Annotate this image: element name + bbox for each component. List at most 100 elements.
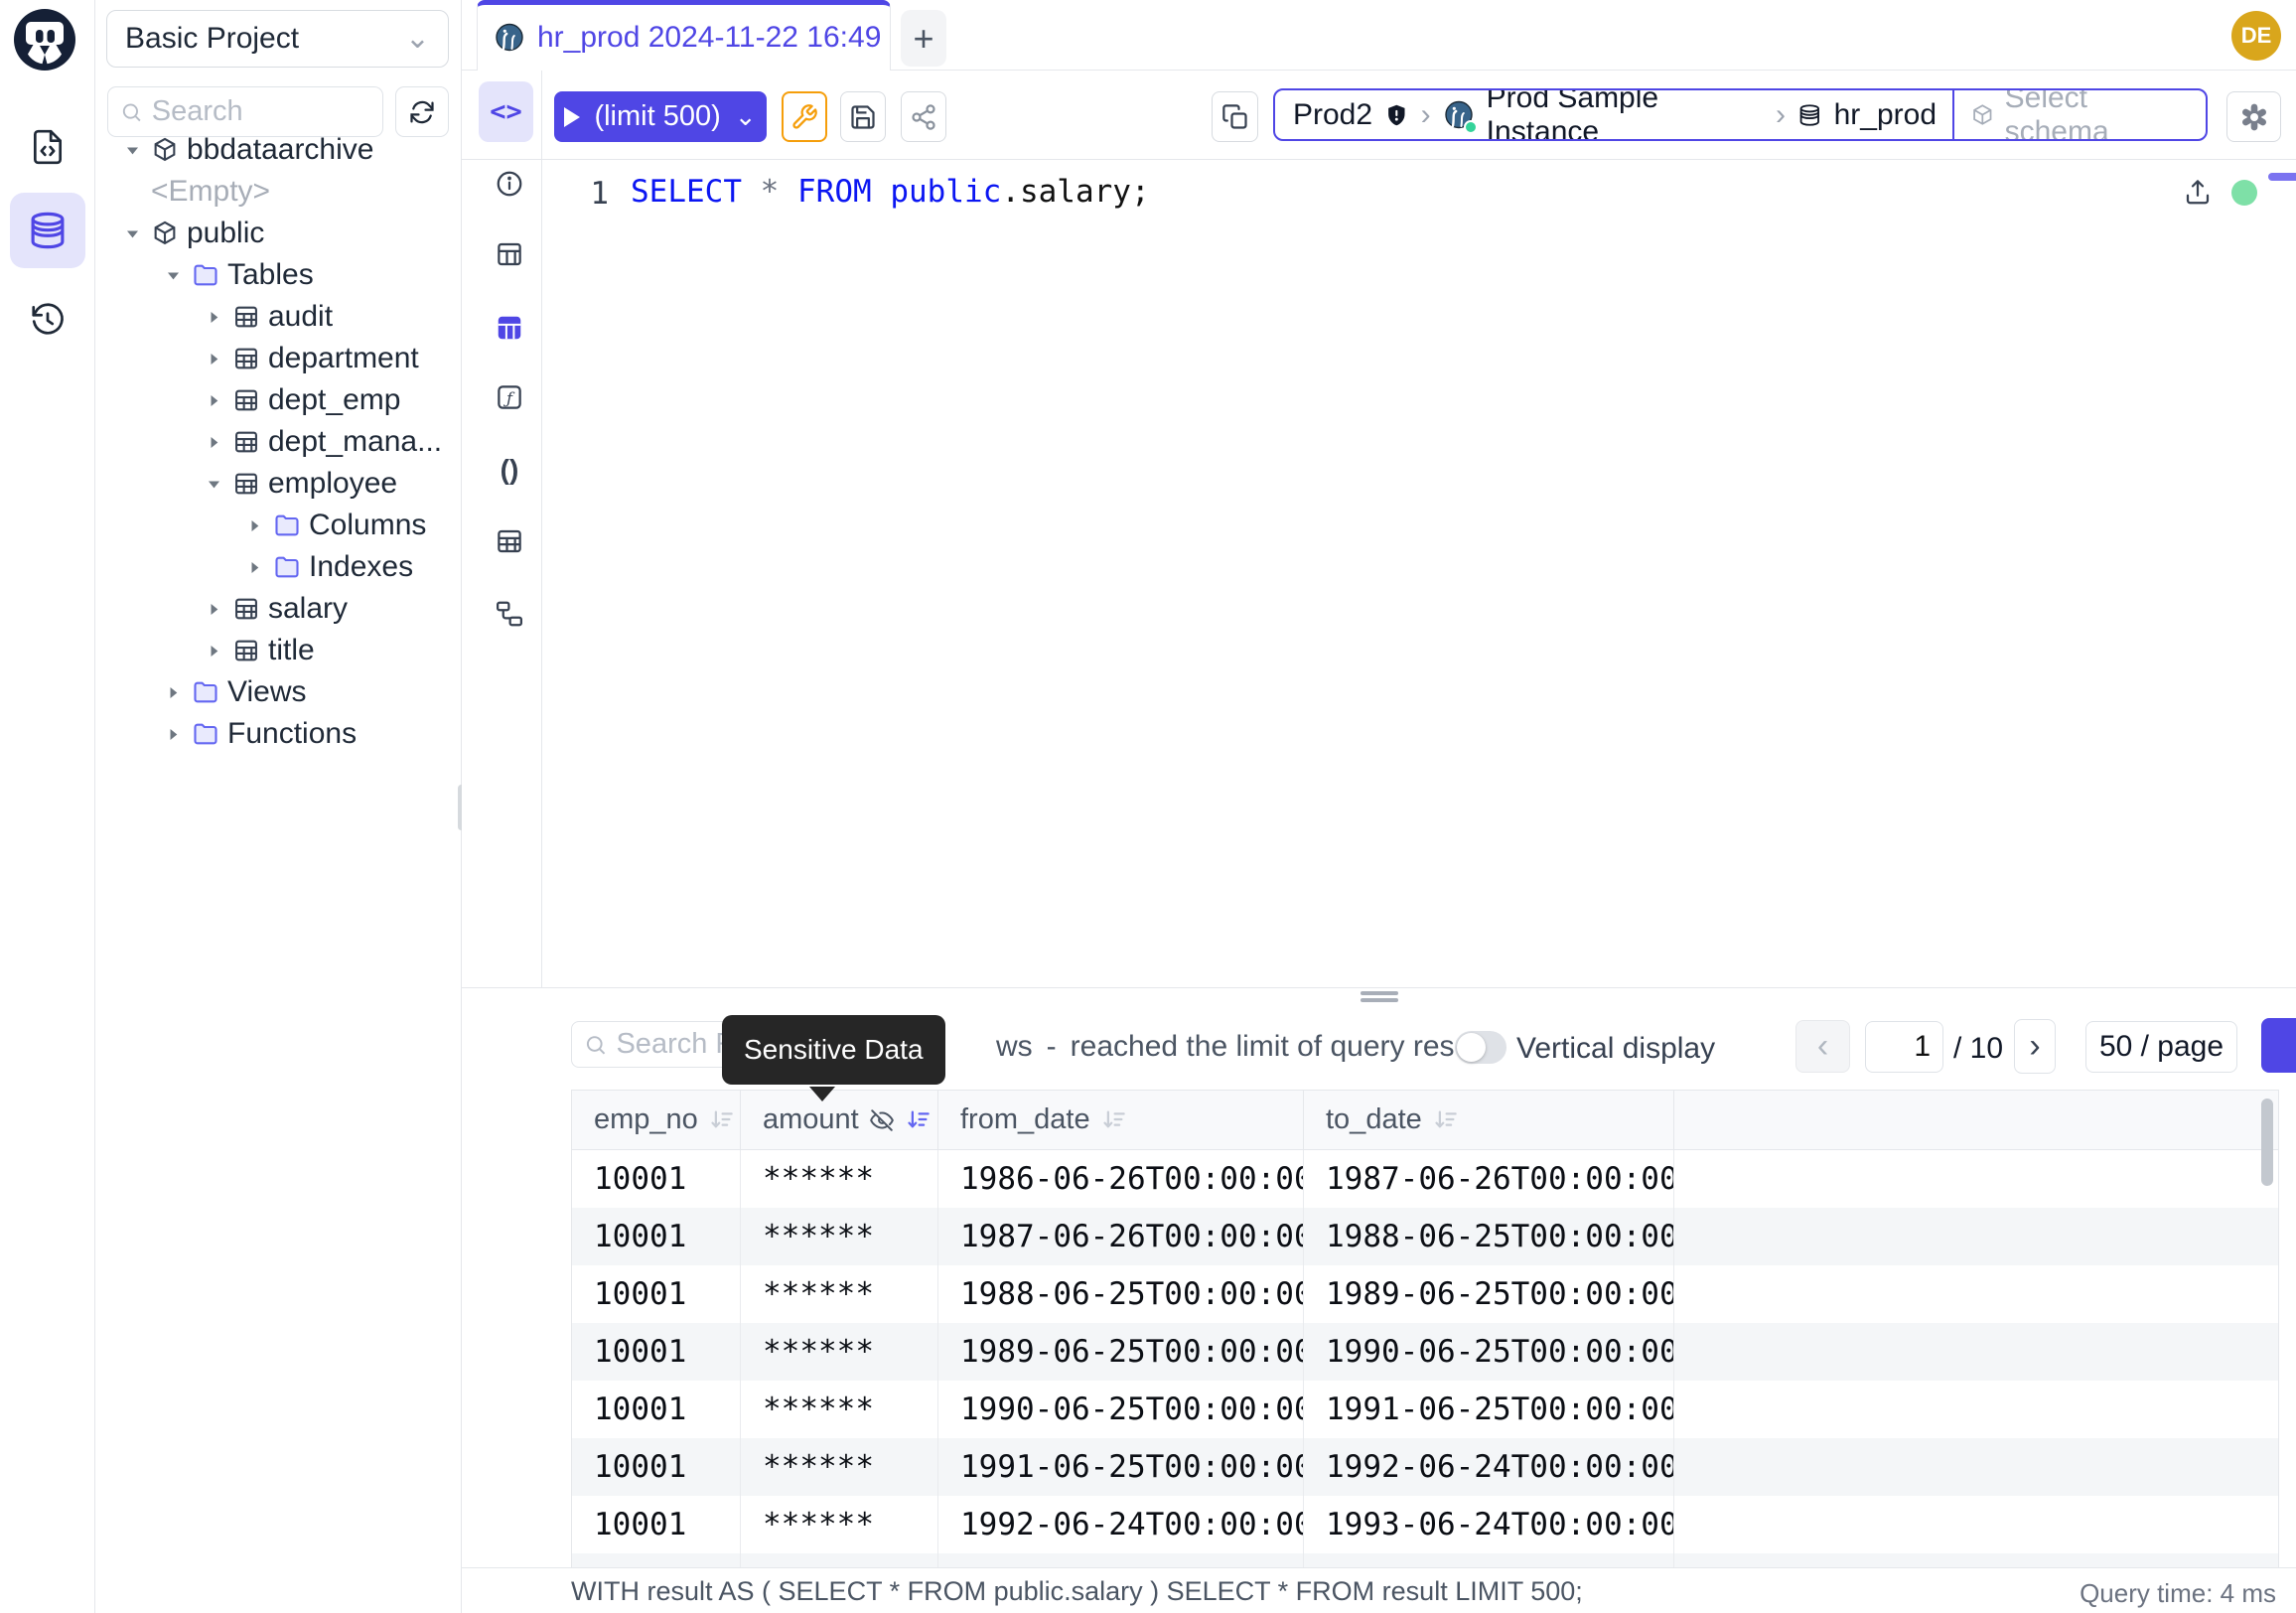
table-row[interactable]: 10001******1991-06-25T00:00:00Z1992-06-2…: [572, 1438, 2278, 1496]
table-row[interactable]: 10001******1987-06-26T00:00:00Z1988-06-2…: [572, 1208, 2278, 1265]
sort-icon[interactable]: [1100, 1106, 1127, 1133]
masked-table-icon[interactable]: [494, 311, 525, 345]
new-tab-button[interactable]: +: [901, 10, 946, 67]
tree-item-empty[interactable]: <Empty>: [95, 171, 462, 213]
tree-item-department[interactable]: department: [95, 338, 462, 379]
page-total: / 10: [1953, 1032, 2003, 1066]
user-avatar[interactable]: DE: [2231, 11, 2281, 61]
batch-query-button[interactable]: [1212, 91, 1258, 142]
next-page-button[interactable]: ›: [2014, 1019, 2056, 1074]
sidebar-search-input[interactable]: [152, 95, 370, 128]
info-icon[interactable]: [494, 167, 525, 201]
tree-item-audit[interactable]: audit: [95, 296, 462, 338]
table-info-icon[interactable]: [494, 237, 525, 271]
admin-mode-button[interactable]: [782, 91, 827, 142]
table-row[interactable]: 10001******1988-06-25T00:00:00Z1989-06-2…: [572, 1265, 2278, 1323]
worksheet-icon[interactable]: [29, 128, 67, 166]
table-row[interactable]: 10001******1993-06-24T00:00:00Z1994-06-2…: [572, 1553, 2278, 1567]
tree-item-dept-mana[interactable]: dept_mana...: [95, 421, 462, 463]
panel-splitter[interactable]: [462, 988, 2296, 1005]
postgres-icon: [494, 22, 525, 54]
column-header-emp_no[interactable]: emp_no: [572, 1091, 741, 1149]
schema-selector[interactable]: Select schema: [1954, 90, 2206, 139]
table-row[interactable]: 10001******1989-06-25T00:00:00Z1990-06-2…: [572, 1323, 2278, 1381]
parentheses-icon[interactable]: (): [494, 453, 525, 487]
caret-right-icon: [162, 726, 184, 743]
history-icon[interactable]: [29, 301, 67, 339]
tree-item-tables[interactable]: Tables: [95, 254, 462, 296]
grid-scrollbar-thumb[interactable]: [2261, 1099, 2273, 1186]
connection-status-dot: [2231, 180, 2257, 206]
tree-item-title[interactable]: title: [95, 630, 462, 671]
table-cell: 10001: [572, 1553, 741, 1567]
er-diagram-icon[interactable]: [494, 597, 525, 631]
openai-icon: [2238, 101, 2270, 133]
table-cell: 1992-06-24T00:00:00Z: [938, 1496, 1304, 1553]
editor-scrollbar-thumb[interactable]: [2268, 173, 2296, 181]
ai-assistant-button[interactable]: [2226, 91, 2281, 142]
tree-item-salary[interactable]: salary: [95, 588, 462, 630]
tab-hr-prod[interactable]: hr_prod 2024-11-22 16:49: [477, 0, 891, 71]
code-panel-toggle[interactable]: <>: [479, 81, 533, 142]
database-name: hr_prod: [1834, 98, 1937, 132]
tree-item-columns[interactable]: Columns: [95, 505, 462, 546]
table-cell: 1992-06-24T00:00:00Z: [1304, 1438, 1674, 1496]
table-cell: ******: [741, 1438, 938, 1496]
tree-item-public[interactable]: public: [95, 213, 462, 254]
tree-item-dept-emp[interactable]: dept_emp: [95, 379, 462, 421]
sort-icon[interactable]: [708, 1106, 735, 1133]
tree-item-views[interactable]: Views: [95, 671, 462, 713]
eye-off-icon[interactable]: [869, 1107, 895, 1133]
table-icon: [232, 345, 260, 372]
schema-placeholder: Select schema: [2005, 88, 2190, 141]
column-header-amount[interactable]: amount: [741, 1091, 938, 1149]
table-row[interactable]: 10001******1990-06-25T00:00:00Z1991-06-2…: [572, 1381, 2278, 1438]
line-number: 1: [579, 176, 609, 212]
tree-item-functions[interactable]: Functions: [95, 713, 462, 755]
database-nav-active[interactable]: [10, 193, 85, 268]
tree-item-bbdataarchive[interactable]: bbdataarchive: [95, 129, 462, 171]
column-header-from_date[interactable]: from_date: [938, 1091, 1304, 1149]
table-cell: 1993-06-24T00:00:00Z: [1304, 1496, 1674, 1553]
table-row[interactable]: 10001******1992-06-24T00:00:00Z1993-06-2…: [572, 1496, 2278, 1553]
run-query-button[interactable]: (limit 500) ⌄: [554, 91, 767, 142]
bytebase-logo-icon[interactable]: [13, 8, 76, 72]
page-number-input[interactable]: [1865, 1021, 1943, 1073]
table-cell: 10001: [572, 1496, 741, 1553]
page-size-value: 50 / page: [2099, 1030, 2224, 1064]
table-grid-icon[interactable]: [494, 524, 525, 558]
column-header-to_date[interactable]: to_date: [1304, 1091, 1674, 1149]
sql-token: *: [761, 174, 780, 210]
sort-icon[interactable]: [1432, 1106, 1459, 1133]
connection-breadcrumb[interactable]: Prod2 › Prod Sample Instance › hr_prod: [1273, 88, 2208, 141]
table-cell: 1991-06-25T00:00:00Z: [1304, 1381, 1674, 1438]
vertical-display-toggle[interactable]: [1455, 1031, 1507, 1064]
table-icon: [232, 428, 260, 456]
chevron-right-icon: ›: [1776, 98, 1786, 132]
caret-down-icon: [162, 267, 184, 284]
sql-code-line[interactable]: SELECT * FROM public.salary;: [631, 174, 1150, 210]
table-cell: [1674, 1265, 2278, 1323]
project-name: Basic Project: [125, 22, 299, 56]
sql-editor-pane[interactable]: ƒ () 1 SELECT * FROM public.salary;: [462, 160, 2296, 988]
folder-icon: [273, 512, 301, 539]
folder-icon: [192, 678, 219, 706]
toggle-knob: [1457, 1033, 1486, 1062]
prev-page-button[interactable]: ‹: [1795, 1020, 1850, 1073]
export-button[interactable]: [2183, 177, 2213, 207]
save-button[interactable]: [840, 91, 886, 142]
sort-icon[interactable]: [905, 1106, 932, 1133]
sql-token: SELECT: [631, 174, 742, 210]
project-selector[interactable]: Basic Project ⌄: [106, 10, 449, 68]
function-icon[interactable]: ƒ: [494, 380, 525, 414]
share-button[interactable]: [901, 91, 946, 142]
table-row[interactable]: 10001******1986-06-26T00:00:00Z1987-06-2…: [572, 1150, 2278, 1208]
tree-item-employee[interactable]: employee: [95, 463, 462, 505]
page-size-select[interactable]: 50 / page: [2085, 1021, 2237, 1073]
results-edge-button[interactable]: [2261, 1018, 2296, 1073]
tree-item-indexes[interactable]: Indexes: [95, 546, 462, 588]
caret-right-icon: [203, 434, 224, 451]
chevron-right-icon: ›: [1421, 98, 1431, 132]
query-limit-notice: ws-reached the limit of query results: [996, 1030, 1501, 1064]
copy-icon: [1221, 103, 1249, 131]
